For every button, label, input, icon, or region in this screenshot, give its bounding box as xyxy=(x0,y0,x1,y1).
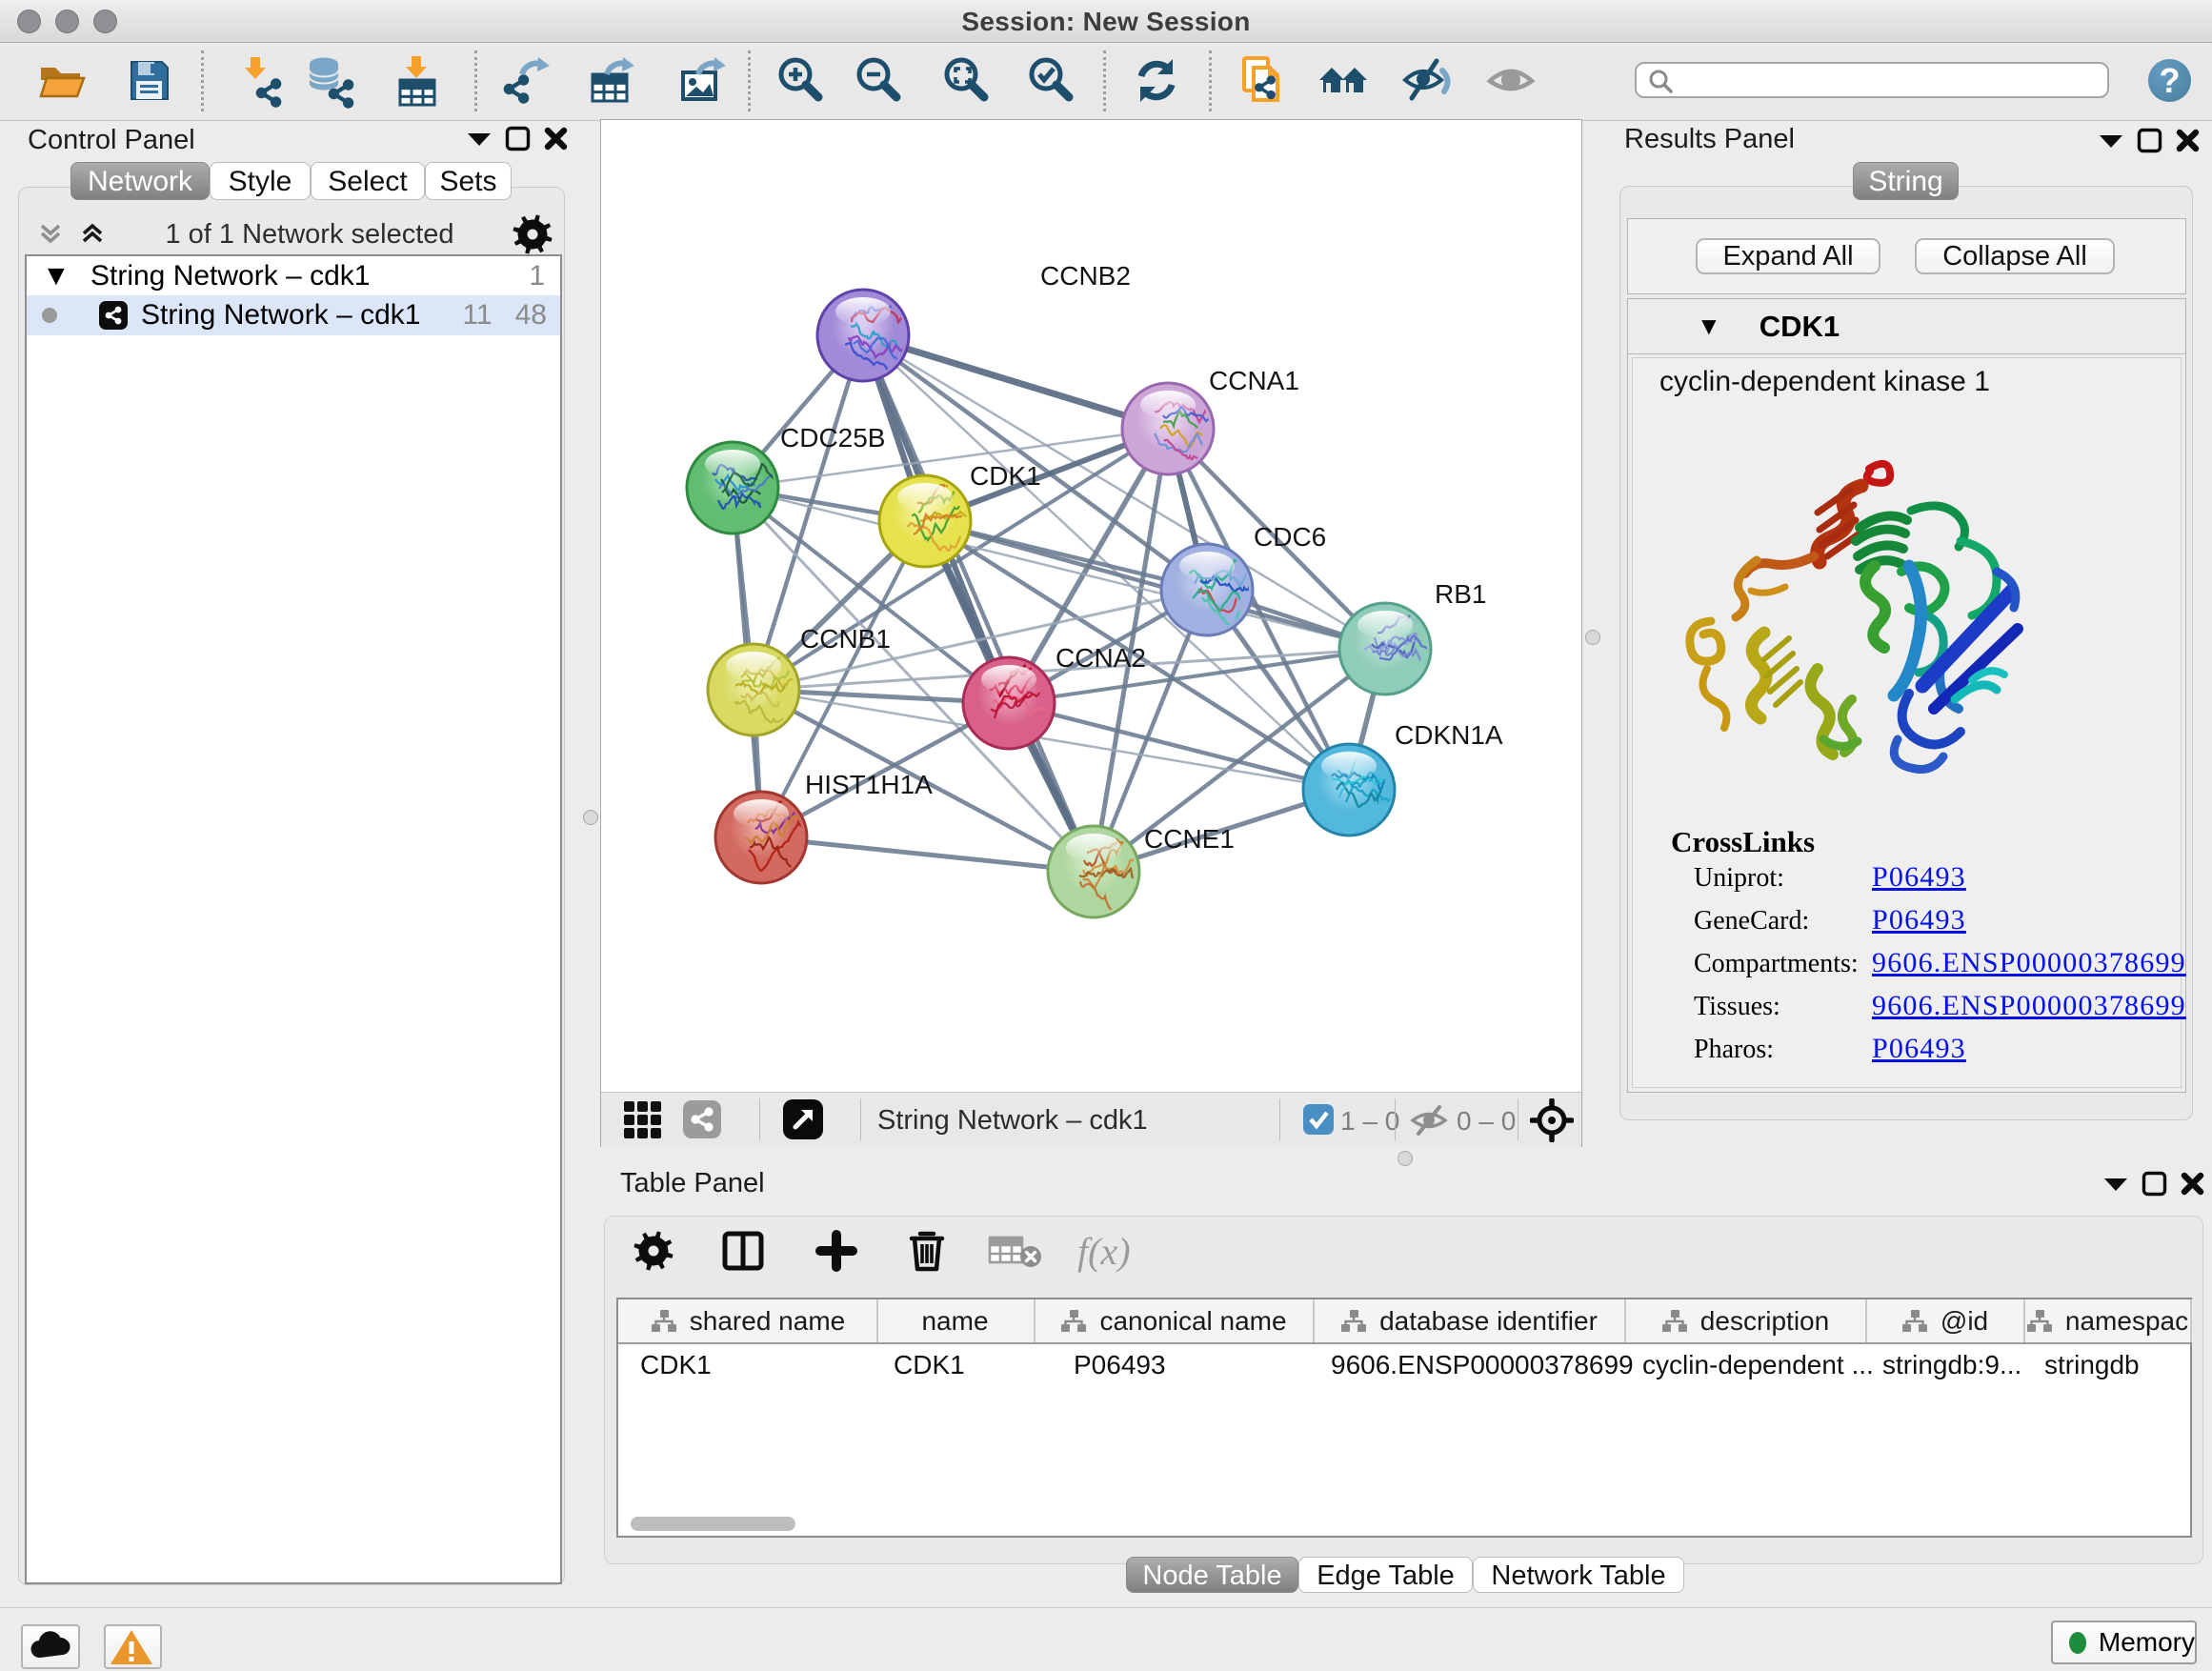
svg-text:CCNA2: CCNA2 xyxy=(1056,643,1146,673)
svg-text:CDC25B: CDC25B xyxy=(780,423,885,453)
svg-text:CDKN1A: CDKN1A xyxy=(1395,720,1503,750)
svg-text:CCNB1: CCNB1 xyxy=(800,624,891,654)
svg-text:CDK1: CDK1 xyxy=(970,461,1041,491)
svg-text:CCNE1: CCNE1 xyxy=(1144,824,1235,854)
svg-text:CDC6: CDC6 xyxy=(1254,522,1326,552)
svg-text:CCNB2: CCNB2 xyxy=(1040,261,1131,291)
svg-text:RB1: RB1 xyxy=(1435,579,1486,609)
svg-text:HIST1H1A: HIST1H1A xyxy=(805,770,933,799)
svg-text:CCNA1: CCNA1 xyxy=(1209,366,1299,395)
